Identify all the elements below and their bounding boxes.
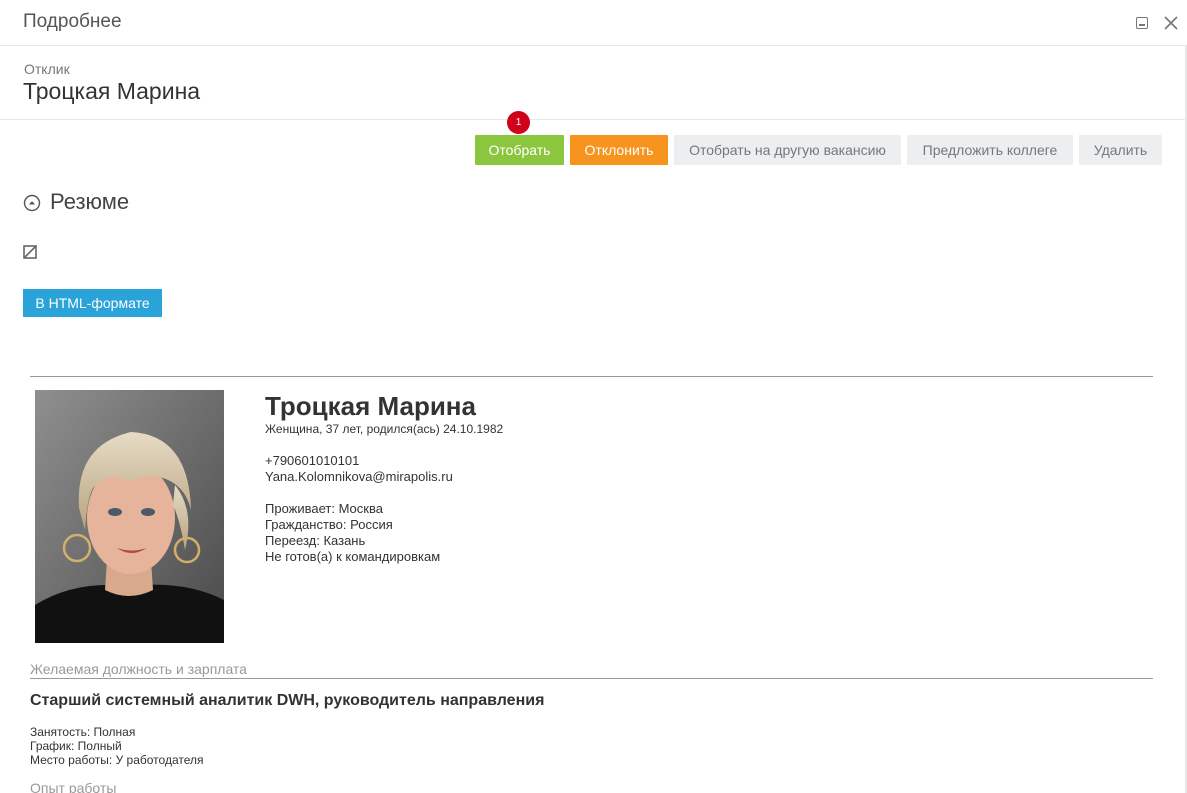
window-title: Подробнее [23,11,122,32]
resume-meta: Женщина, 37 лет, родился(ась) 24.10.1982 [265,422,504,436]
phone: +790601010101 [265,453,360,468]
minimize-icon[interactable] [1134,14,1152,32]
close-icon[interactable] [1162,14,1180,32]
notification-badge: 1 [507,111,530,134]
city: Проживает: Москва [265,501,383,516]
candidate-photo [35,390,224,643]
candidate-name: Троцкая Марина [23,78,201,104]
work-schedule: График: Полный [30,739,122,753]
work-place: Место работы: У работодателя [30,753,204,767]
collapse-up-icon[interactable] [23,194,41,212]
resume-section-title: Резюме [50,189,130,214]
select-other-vacancy-button[interactable]: Отобрать на другую вакансию [674,135,901,165]
desired-position-title: Старший системный аналитик DWH, руководи… [30,692,545,709]
response-header: Отклик Троцкая Марина [0,46,1185,120]
citizenship: Гражданство: Россия [265,517,393,532]
edit-icon[interactable] [23,245,37,259]
relocation: Переезд: Казань [265,533,366,548]
desired-position-caption: Желаемая должность и зарплата [30,661,247,677]
resume-name: Троцкая Марина [265,391,476,421]
experience-caption: Опыт работы [30,780,117,793]
divider [30,678,1153,679]
reject-button[interactable]: Отклонить [570,135,668,165]
html-format-button[interactable]: В HTML-формате [23,289,162,317]
response-subtitle: Отклик [24,61,70,77]
delete-button[interactable]: Удалить [1079,135,1162,165]
window-titlebar: Подробнее [0,0,1187,46]
select-button[interactable]: Отобрать [475,135,564,165]
business-travel: Не готов(а) к командировкам [265,549,441,564]
divider [30,376,1153,377]
suggest-colleague-button[interactable]: Предложить коллеге [907,135,1073,165]
email: Yana.Kolomnikova@mirapolis.ru [265,469,453,484]
employment-type: Занятость: Полная [30,725,136,739]
